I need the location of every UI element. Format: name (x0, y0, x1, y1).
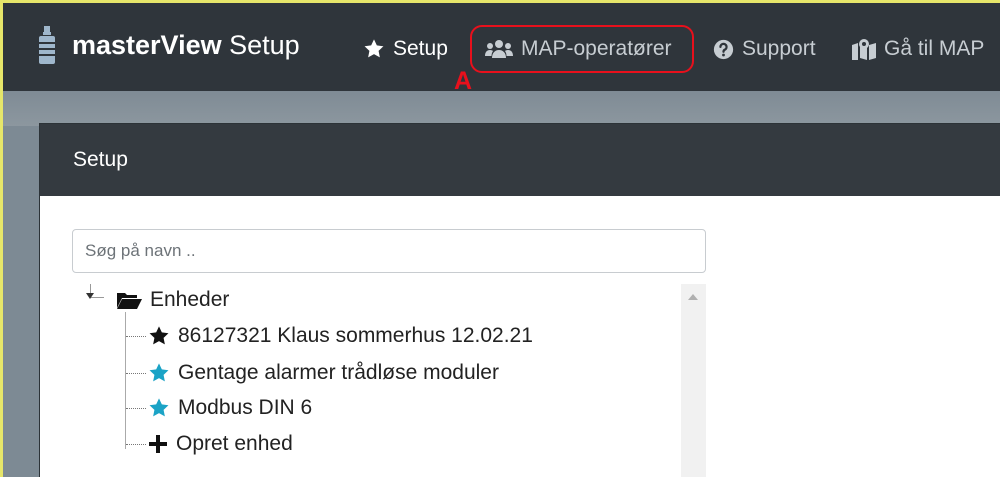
tree-item-label: Modbus DIN 6 (178, 396, 313, 419)
map-icon (852, 39, 876, 60)
bottle-logo-icon (39, 26, 55, 64)
brand-title: masterView Setup (72, 29, 300, 60)
tree-branch-line (125, 312, 126, 449)
tree-item-label: Opret enhed (176, 432, 293, 455)
nav-setup[interactable]: Setup (363, 34, 448, 64)
top-navbar: masterView Setup Setup MAP-operatører Su… (3, 3, 1000, 91)
tree-connector (126, 444, 146, 445)
search-input[interactable] (72, 229, 706, 273)
plus-icon (149, 435, 167, 453)
tree-item-label: 86127321 Klaus sommerhus 12.02.21 (178, 324, 533, 347)
device-tree: Enheder 86127321 Klaus sommerhus 12.02.2… (76, 284, 707, 477)
folder-open-icon (117, 293, 142, 309)
tree-item-create-device[interactable]: Opret enhed (148, 430, 293, 458)
tree-item-device[interactable]: Gentage alarmer trådløse moduler (148, 359, 499, 387)
star-icon (149, 326, 169, 345)
nav-goto-map[interactable]: Gå til MAP (852, 34, 984, 64)
scroll-up-arrow-icon[interactable] (688, 294, 698, 300)
nav-support[interactable]: Support (713, 34, 816, 64)
tree-connector (126, 336, 146, 337)
nav-setup-label: Setup (393, 37, 448, 60)
tree-scrollbar[interactable] (681, 284, 706, 477)
tree-connector (126, 408, 146, 409)
tree-item-device[interactable]: Modbus DIN 6 (148, 394, 312, 422)
annotation-highlight-ring (470, 25, 694, 73)
app-window: masterView Setup Setup MAP-operatører Su… (3, 3, 1000, 477)
setup-card: Setup Enheder 86127321 Klaus sommerhus (39, 123, 1000, 477)
tree-expand-icon[interactable] (86, 293, 94, 299)
card-title: Setup (73, 148, 128, 171)
nav-goto-map-label: Gå til MAP (884, 37, 985, 60)
star-icon (149, 398, 169, 417)
tree-root-item[interactable]: Enheder (116, 286, 229, 314)
question-circle-icon (713, 39, 734, 59)
card-header: Setup (40, 124, 1000, 196)
nav-support-label: Support (742, 37, 816, 60)
tree-item-device[interactable]: 86127321 Klaus sommerhus 12.02.21 (148, 322, 533, 350)
tree-item-label: Gentage alarmer trådløse moduler (178, 361, 499, 384)
tree-root-label: Enheder (150, 288, 230, 311)
brand[interactable]: masterView Setup (38, 25, 300, 65)
tree-connector (126, 373, 146, 374)
star-icon (364, 39, 384, 58)
annotation-label: A (454, 67, 473, 95)
star-icon (149, 363, 169, 382)
background-band (3, 91, 1000, 126)
